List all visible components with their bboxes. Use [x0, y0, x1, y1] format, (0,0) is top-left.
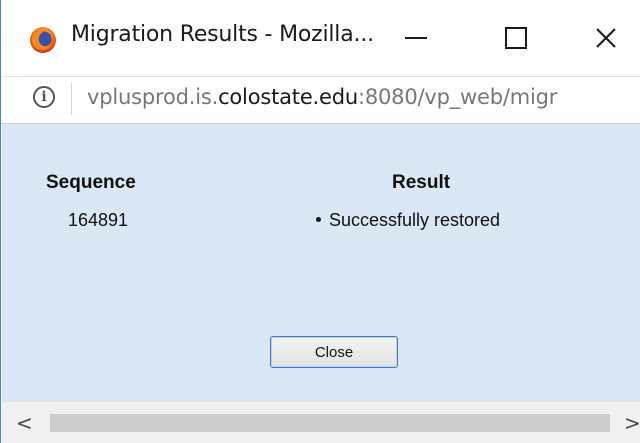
close-button[interactable]: Close — [270, 336, 398, 368]
close-icon — [596, 28, 616, 48]
url-prefix: vplusprod.is. — [87, 85, 219, 109]
title-bar[interactable]: Migration Results - Mozilla... — [1, 0, 640, 80]
firefox-icon — [30, 27, 56, 53]
scroll-right-arrow-icon[interactable]: > — [624, 412, 640, 434]
bullet-icon — [316, 216, 321, 222]
info-icon[interactable]: i — [33, 86, 55, 108]
window-title: Migration Results - Mozilla... — [71, 22, 374, 47]
sequence-value: 164891 — [68, 210, 129, 230]
result-value: Successfully restored — [316, 210, 500, 231]
close-window-button[interactable] — [561, 0, 640, 76]
address-bar[interactable]: i vplusprod.is.colostate.edu:8080/vp_web… — [1, 76, 640, 124]
result-text: Successfully restored — [329, 210, 501, 230]
url-text[interactable]: vplusprod.is.colostate.edu:8080/vp_web/m… — [87, 85, 557, 109]
url-suffix: :8080/vp_web/migr — [357, 85, 558, 109]
maximize-icon — [505, 27, 527, 49]
browser-popup-window: Migration Results - Mozilla... i vpluspr… — [0, 0, 640, 443]
scroll-left-arrow-icon[interactable]: < — [16, 412, 34, 434]
url-separator — [71, 83, 72, 115]
minimize-icon — [405, 37, 427, 39]
page-content: Sequence Result 164891 Successfully rest… — [2, 124, 640, 401]
maximize-button[interactable] — [471, 0, 561, 76]
horizontal-scrollbar[interactable]: < > — [2, 401, 640, 443]
minimize-button[interactable] — [371, 0, 461, 76]
column-header-sequence: Sequence — [46, 172, 136, 193]
scrollbar-thumb[interactable] — [50, 414, 610, 432]
column-header-result: Result — [392, 172, 451, 193]
url-domain: colostate.edu — [218, 85, 358, 109]
